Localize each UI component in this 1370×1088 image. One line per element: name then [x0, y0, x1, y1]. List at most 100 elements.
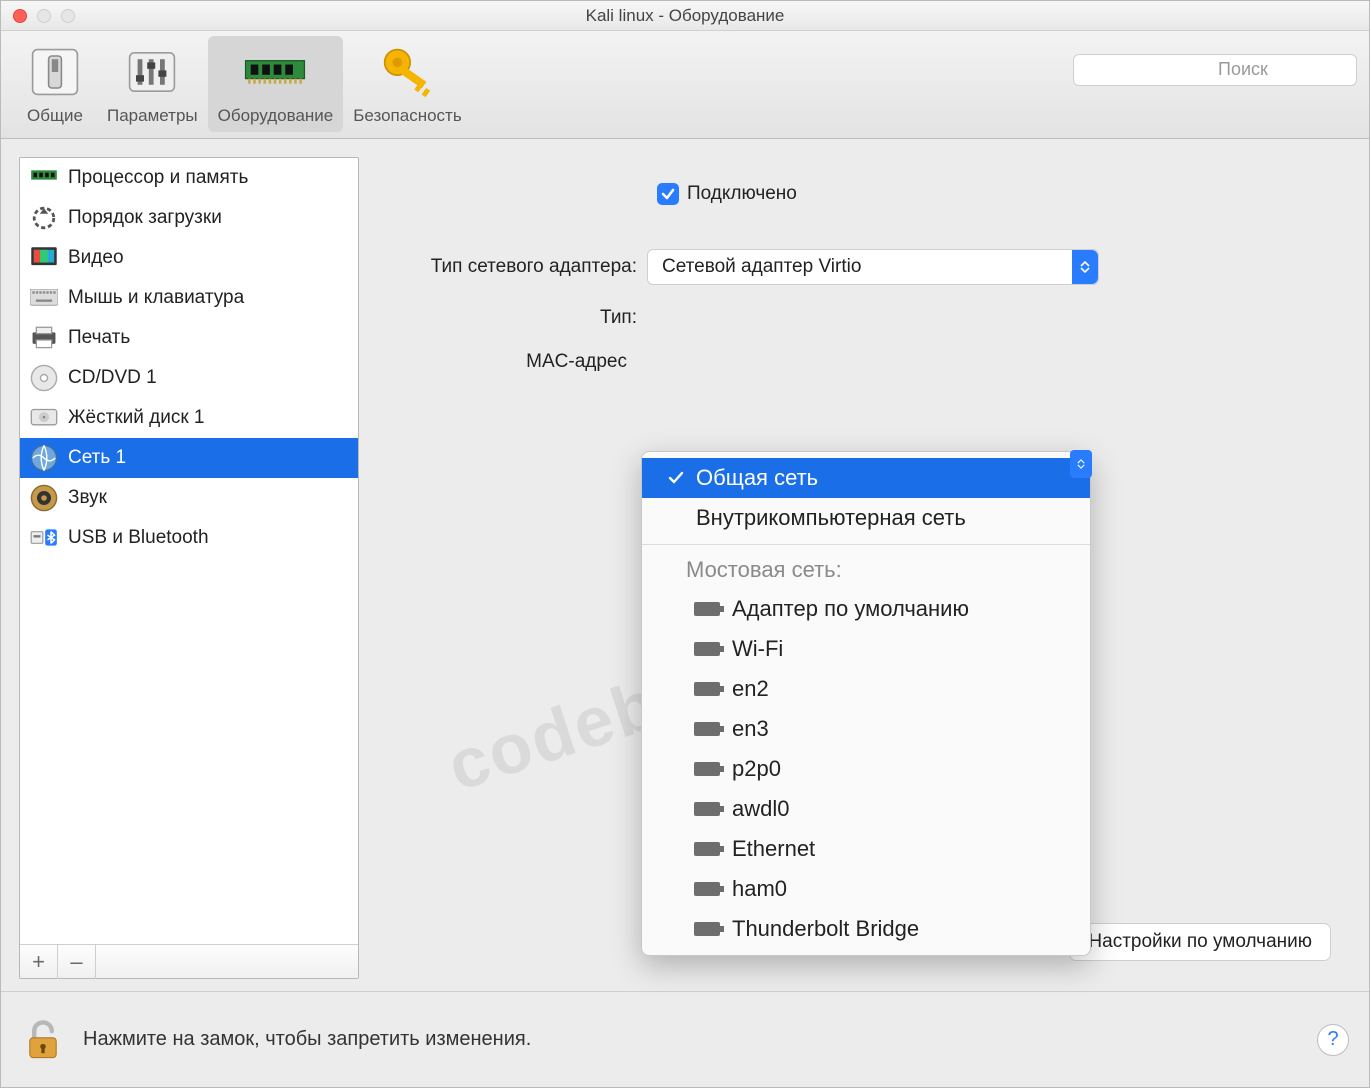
chevron-updown-icon	[1072, 250, 1098, 284]
hardware-sidebar: Процессор и память Порядок загрузки Виде…	[19, 157, 359, 979]
sidebar-item-label: Жёсткий диск 1	[68, 407, 205, 429]
sidebar-item-network[interactable]: Сеть 1	[20, 438, 358, 478]
sidebar-item-usb-bluetooth[interactable]: USB и Bluetooth	[20, 518, 358, 558]
dropdown-item-shared[interactable]: Общая сеть	[642, 458, 1090, 498]
mac-label: MAC-адрес	[383, 351, 637, 373]
sidebar-item-video[interactable]: Видео	[20, 238, 358, 278]
dropdown-item-label: Внутрикомпьютерная сеть	[696, 505, 966, 531]
dropdown-item-label: Thunderbolt Bridge	[732, 916, 919, 942]
check-icon	[666, 470, 686, 486]
sidebar-item-label: Мышь и клавиатура	[68, 287, 244, 309]
chevron-updown-icon	[1070, 450, 1092, 478]
sliders-icon	[120, 40, 184, 104]
tab-label: Безопасность	[353, 106, 461, 126]
tab-label: Общие	[27, 106, 83, 126]
sidebar-item-cddvd[interactable]: CD/DVD 1	[20, 358, 358, 398]
network-adapter-icon	[694, 642, 720, 656]
tab-label: Оборудование	[218, 106, 334, 126]
titlebar: Kali linux - Оборудование	[1, 1, 1369, 31]
network-adapter-icon	[694, 922, 720, 936]
tab-label: Параметры	[107, 106, 198, 126]
tab-security[interactable]: Безопасность	[343, 36, 471, 132]
sidebar-footer: + –	[20, 944, 358, 978]
sidebar-item-label: CD/DVD 1	[68, 367, 157, 389]
network-adapter-icon	[694, 802, 720, 816]
keyboard-icon	[30, 286, 58, 310]
help-button[interactable]: ?	[1317, 1024, 1349, 1056]
printer-icon	[30, 326, 58, 350]
menu-separator	[642, 544, 1090, 545]
type-label: Тип:	[383, 307, 647, 329]
speaker-icon	[30, 486, 58, 510]
network-adapter-icon	[694, 602, 720, 616]
dropdown-item-bridged[interactable]: Wi-Fi	[642, 629, 1090, 669]
sidebar-item-label: Печать	[68, 327, 130, 349]
network-type-dropdown[interactable]: Общая сеть Внутрикомпьютерная сеть Мосто…	[641, 451, 1091, 956]
search-input[interactable]	[1073, 54, 1357, 86]
dropdown-item-label: p2p0	[732, 756, 781, 782]
sidebar-item-label: Сеть 1	[68, 447, 126, 469]
switch-icon	[23, 40, 87, 104]
dropdown-item-label: Общая сеть	[696, 465, 818, 491]
sidebar-item-label: Звук	[68, 487, 107, 509]
adapter-type-label: Тип сетевого адаптера:	[383, 256, 647, 278]
remove-device-button[interactable]: –	[58, 945, 96, 979]
dropdown-item-hostonly[interactable]: Внутрикомпьютерная сеть	[642, 498, 1090, 538]
connected-label: Подключено	[687, 183, 797, 205]
adapter-type-select[interactable]: Сетевой адаптер Virtio	[647, 249, 1099, 285]
toolbar: Общие Параметры Оборудование Безопасност…	[1, 31, 1369, 139]
connected-checkbox[interactable]	[657, 183, 679, 205]
network-adapter-icon	[694, 682, 720, 696]
unlocked-lock-icon[interactable]	[21, 1018, 65, 1062]
dropdown-item-bridged[interactable]: Адаптер по умолчанию	[642, 589, 1090, 629]
dropdown-item-label: awdl0	[732, 796, 789, 822]
dropdown-item-bridged[interactable]: en2	[642, 669, 1090, 709]
dropdown-item-bridged[interactable]: Ethernet	[642, 829, 1090, 869]
dropdown-item-label: Адаптер по умолчанию	[732, 596, 969, 622]
hdd-icon	[30, 406, 58, 430]
content-area: codeby.net Процессор и память Порядок за…	[1, 139, 1369, 991]
sidebar-item-sound[interactable]: Звук	[20, 478, 358, 518]
key-icon	[375, 40, 439, 104]
network-adapter-icon	[694, 842, 720, 856]
dropdown-item-label: Wi-Fi	[732, 636, 783, 662]
sidebar-item-label: Видео	[68, 247, 124, 269]
network-adapter-icon	[694, 722, 720, 736]
adapter-type-value: Сетевой адаптер Virtio	[662, 256, 861, 278]
tab-general[interactable]: Общие	[13, 36, 97, 132]
boot-icon	[30, 206, 58, 230]
add-device-button[interactable]: +	[20, 945, 58, 979]
dropdown-item-label: en3	[732, 716, 769, 742]
dropdown-item-label: en2	[732, 676, 769, 702]
network-adapter-icon	[694, 762, 720, 776]
network-adapter-icon	[694, 882, 720, 896]
defaults-button[interactable]: Настройки по умолчанию	[1069, 923, 1331, 961]
ram-icon	[30, 166, 58, 190]
sidebar-item-boot-order[interactable]: Порядок загрузки	[20, 198, 358, 238]
dropdown-item-bridged[interactable]: en3	[642, 709, 1090, 749]
globe-icon	[30, 446, 58, 470]
sidebar-item-label: Порядок загрузки	[68, 207, 222, 229]
dropdown-item-label: ham0	[732, 876, 787, 902]
ram-chip-icon	[243, 40, 307, 104]
dropdown-section-header: Мостовая сеть:	[642, 551, 1090, 589]
disc-icon	[30, 366, 58, 390]
lock-text: Нажмите на замок, чтобы запретить измене…	[83, 1028, 1299, 1051]
sidebar-item-label: Процессор и память	[68, 167, 248, 189]
dropdown-item-bridged[interactable]: ham0	[642, 869, 1090, 909]
tab-hardware[interactable]: Оборудование	[208, 36, 344, 132]
window-title: Kali linux - Оборудование	[1, 6, 1369, 26]
tab-options[interactable]: Параметры	[97, 36, 208, 132]
dropdown-item-label: Ethernet	[732, 836, 815, 862]
lock-bar: Нажмите на замок, чтобы запретить измене…	[1, 991, 1369, 1087]
sidebar-item-label: USB и Bluetooth	[68, 527, 209, 549]
dropdown-item-bridged[interactable]: awdl0	[642, 789, 1090, 829]
sidebar-item-hdd[interactable]: Жёсткий диск 1	[20, 398, 358, 438]
display-icon	[30, 246, 58, 270]
dropdown-item-bridged[interactable]: p2p0	[642, 749, 1090, 789]
sidebar-item-print[interactable]: Печать	[20, 318, 358, 358]
dropdown-item-bridged[interactable]: Thunderbolt Bridge	[642, 909, 1090, 949]
sidebar-item-cpu-memory[interactable]: Процессор и память	[20, 158, 358, 198]
sidebar-item-mouse-keyboard[interactable]: Мышь и клавиатура	[20, 278, 358, 318]
usb-bluetooth-icon	[30, 526, 58, 550]
